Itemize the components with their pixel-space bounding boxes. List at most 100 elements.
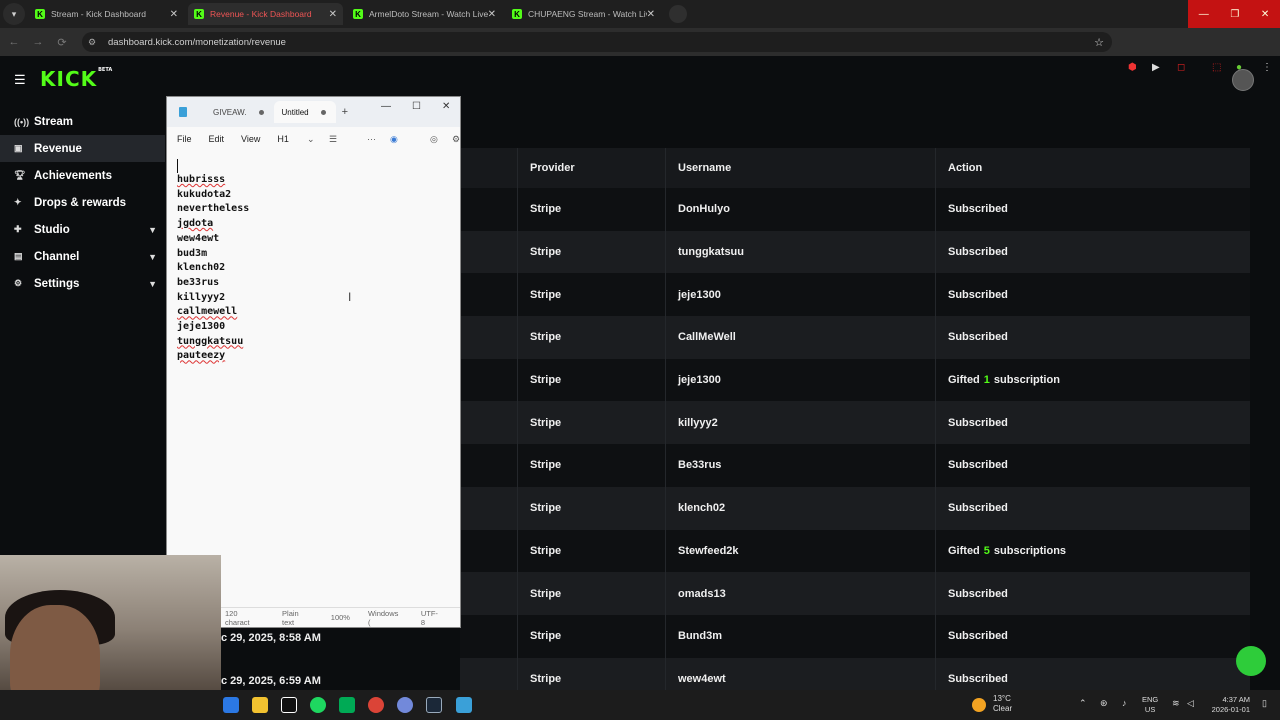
kick-logo[interactable]: KICKBETA: [40, 67, 112, 91]
row-spacer: [460, 359, 517, 402]
close-tab-icon[interactable]: ✕: [647, 9, 655, 20]
tab-search-icon[interactable]: ▾: [3, 3, 25, 25]
user-avatar[interactable]: [1232, 69, 1254, 91]
notepad-tab-untitled[interactable]: Untitled: [273, 101, 336, 123]
zoom-level: 100%: [330, 613, 350, 622]
revenue-table: Provider Username Action Stripe DonHulyo S…: [460, 148, 1250, 701]
url-field[interactable]: ⚙ dashboard.kick.com/monetization/revenu…: [82, 32, 1112, 52]
site-info-icon[interactable]: ⚙: [88, 37, 100, 48]
notepad-taskbar-icon[interactable]: [456, 697, 472, 713]
browser-tab-revenue[interactable]: K Revenue - Kick Dashboard ✕: [188, 3, 343, 25]
cell-provider: Stripe: [517, 572, 665, 615]
minimize-icon[interactable]: —: [381, 101, 391, 112]
tab-title: Stream - Kick Dashboard: [51, 9, 146, 19]
chrome-icon[interactable]: [368, 697, 384, 713]
cell-username: omads13: [665, 572, 935, 615]
sidebar-item-label: Channel: [34, 250, 80, 263]
reload-icon[interactable]: ⟳: [52, 36, 72, 49]
app-icon[interactable]: [339, 697, 355, 713]
channel-icon: ▤: [14, 251, 23, 261]
browser-tab-stream[interactable]: K Stream - Kick Dashboard ✕: [29, 3, 184, 25]
system-clock[interactable]: 4:37 AM 2026-01-01: [1206, 695, 1250, 715]
browser-tab-chupaeng[interactable]: K CHUPAENG Stream - Watch Live ✕: [506, 3, 661, 25]
logo-badge: BETA: [98, 67, 113, 73]
menu-edit[interactable]: Edit: [209, 134, 225, 144]
cell-provider: Stripe: [517, 273, 665, 317]
table-row: Stripe tunggkatsuu Subscribed: [460, 230, 1250, 274]
text-line: pauteezy: [177, 350, 226, 362]
header-username[interactable]: Username: [665, 148, 935, 188]
forward-icon[interactable]: →: [28, 36, 48, 48]
close-tab-icon[interactable]: ✕: [170, 9, 178, 20]
gift-count: 5: [983, 544, 990, 557]
row-spacer: [460, 572, 517, 615]
heading-dropdown[interactable]: H1: [277, 134, 289, 144]
notepad-menu-bar: File Edit View H1 ⌄ ☰ ··· ◉ ◎ ⚙: [167, 127, 460, 151]
tab-title: Revenue - Kick Dashboard: [210, 9, 312, 19]
cell-provider: Stripe: [517, 230, 665, 274]
menu-view[interactable]: View: [241, 134, 260, 144]
list-icon[interactable]: ☰: [329, 134, 337, 145]
hamburger-menu-icon[interactable]: ☰: [14, 72, 26, 88]
notepad-tab-giveaway[interactable]: GIVEAW.: [195, 101, 274, 123]
chevron-up-icon[interactable]: ⌃: [1079, 698, 1087, 709]
header-action[interactable]: Action: [935, 148, 1250, 188]
text-line: wew4ewt: [177, 232, 220, 244]
cell-username: killyyy2: [665, 401, 935, 445]
more-dots-icon[interactable]: ···: [367, 134, 376, 144]
file-explorer-icon[interactable]: [252, 697, 268, 713]
windows-taskbar: 13°C Clear ⌃ ⊛ ♪ ENG US ≋ ◁ 4:37 AM 2026…: [0, 690, 1280, 720]
account-icon[interactable]: ◎: [430, 134, 438, 145]
notepad-text-area[interactable]: hubrisss kukudota2 nevertheless jgdota wew4e…: [167, 151, 460, 372]
close-window-icon[interactable]: ✕: [442, 101, 450, 112]
weather-widget[interactable]: 13°C Clear: [993, 694, 1012, 714]
browser-tab-armeldoto[interactable]: K ArmelDoto Stream - Watch Live ✕: [347, 3, 502, 25]
unsaved-dot-icon: [258, 109, 264, 115]
notification-icon[interactable]: ▯: [1262, 698, 1267, 709]
new-tab-button[interactable]: [669, 5, 687, 23]
sidebar-item-stream[interactable]: ((•)) Stream: [0, 108, 165, 135]
sidebar-item-label: Drops & rewards: [34, 196, 127, 209]
sidebar-item-studio[interactable]: ✚ Studio ▼: [0, 216, 165, 243]
settings-gear-icon[interactable]: ⚙: [452, 134, 460, 145]
close-window-icon[interactable]: ✕: [1261, 9, 1269, 20]
maximize-icon[interactable]: ❐: [1230, 9, 1239, 20]
cell-provider: Stripe: [517, 614, 665, 658]
menu-file[interactable]: File: [177, 134, 192, 144]
broadcast-icon: ((•)): [14, 116, 30, 127]
support-chat-button[interactable]: [1236, 646, 1266, 676]
sidebar-item-drops[interactable]: ✦ Drops & rewards: [0, 189, 165, 216]
sidebar-item-revenue[interactable]: ▣ Revenue: [0, 135, 165, 162]
char-count: 120 charact: [225, 608, 250, 627]
language-indicator[interactable]: ENG US: [1142, 695, 1158, 715]
format-label: Plain text: [282, 608, 299, 627]
sidebar-item-channel[interactable]: ▤ Channel ▼: [0, 243, 165, 270]
close-tab-icon[interactable]: ✕: [329, 9, 337, 20]
tiktok-icon[interactable]: [281, 697, 297, 713]
discord-icon[interactable]: [397, 697, 413, 713]
back-icon[interactable]: ←: [4, 36, 24, 48]
table-row: Stripe klench02 Subscribed: [460, 486, 1250, 530]
minimize-icon[interactable]: —: [1199, 9, 1209, 20]
header-provider[interactable]: Provider: [517, 148, 665, 188]
volume-icon[interactable]: ◁: [1187, 698, 1194, 709]
sidebar-item-achievements[interactable]: 🏆︎ Achievements: [0, 162, 165, 189]
new-tab-plus-icon[interactable]: +: [342, 106, 348, 118]
spotify-icon[interactable]: [310, 697, 326, 713]
cell-username: jeje1300: [665, 358, 935, 402]
microphone-icon[interactable]: ♪: [1122, 698, 1127, 708]
copilot-app-icon[interactable]: [223, 697, 239, 713]
copilot-icon[interactable]: ◉: [390, 134, 398, 145]
network-app-icon[interactable]: ⊛: [1100, 698, 1108, 709]
steam-icon[interactable]: [426, 697, 442, 713]
maximize-icon[interactable]: ☐: [412, 101, 421, 112]
cell-username: Bund3m: [665, 614, 935, 658]
wifi-icon[interactable]: ≋: [1172, 698, 1180, 709]
close-tab-icon[interactable]: ✕: [488, 9, 496, 20]
bookmark-star-icon[interactable]: ☆: [1094, 36, 1104, 49]
sidebar-item-settings[interactable]: ⚙ Settings ▼: [0, 270, 165, 297]
ibeam-cursor-icon: I: [348, 290, 352, 304]
row-spacer: [460, 231, 517, 274]
notepad-tab-bar: GIVEAW. Untitled + — ☐ ✕: [167, 97, 460, 127]
text-line: jgdota: [177, 218, 214, 230]
